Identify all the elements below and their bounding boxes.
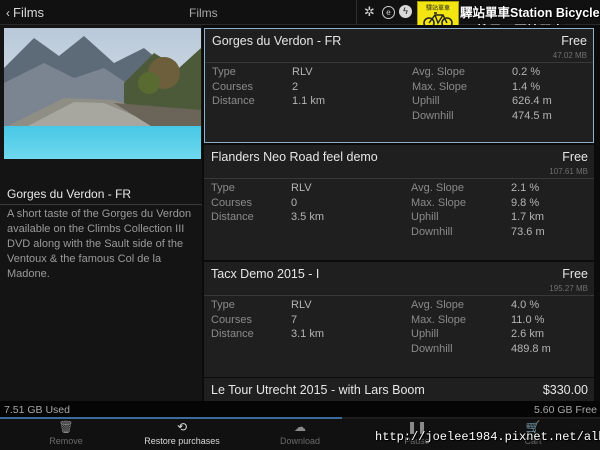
stat-label-max-slope: Max. Slope	[411, 196, 467, 209]
stat-label-avg-slope: Avg. Slope	[412, 66, 466, 78]
stat-value-max-slope: 1.4 %	[512, 80, 541, 93]
stat-value-courses: 7	[291, 313, 298, 326]
stat-value-type: RLV	[291, 299, 312, 311]
stat-value-type: RLV	[291, 182, 312, 194]
film-card-title: Le Tour Utrecht 2015 - with Lars Boom	[211, 383, 425, 397]
film-card[interactable]: Tacx Demo 2015 - I Free 195.27 MB Type RLV Co…	[204, 262, 594, 377]
stat-label-max-slope: Max. Slope	[412, 80, 468, 93]
stat-label-courses: Courses	[211, 196, 252, 209]
stat-label-distance: Distance	[212, 95, 255, 107]
divider	[0, 204, 202, 205]
cloud-download-icon: ☁	[294, 420, 306, 434]
film-card[interactable]: Le Tour Utrecht 2015 - with Lars Boom $33…	[204, 378, 594, 401]
film-card-size: 107.61 MB	[549, 167, 588, 176]
stat-value-uphill: 1.7 km	[511, 211, 545, 223]
sensor-icon[interactable]: ϟ	[399, 5, 412, 18]
film-preview-image	[4, 28, 201, 159]
stat-label-downhill: Downhill	[411, 342, 453, 355]
watermark-url: http://joelee1984.pixnet.net/album	[375, 430, 600, 444]
divider	[204, 178, 594, 179]
stat-value-courses: 2	[292, 80, 299, 93]
restore-purchases-button[interactable]: ⟲ Restore purchases	[137, 419, 227, 450]
film-card-price: $330.00	[542, 383, 588, 397]
toolbar-divider	[356, 0, 357, 24]
film-card[interactable]: Flanders Neo Road feel demo Free 107.61 MB…	[204, 145, 594, 260]
stat-label-uphill: Uphill	[412, 95, 440, 107]
stat-label-type: Type	[211, 299, 235, 311]
stat-label-avg-slope: Avg. Slope	[411, 299, 465, 311]
film-card-price: Free	[562, 150, 588, 164]
stat-label-distance: Distance	[211, 211, 254, 223]
stat-value-uphill: 626.4 m	[512, 95, 552, 107]
stat-value-max-slope: 11.0 %	[511, 313, 545, 326]
film-card-title: Flanders Neo Road feel demo	[211, 150, 378, 164]
film-card-size: 47.02 MB	[552, 51, 587, 60]
stat-label-avg-slope: Avg. Slope	[411, 182, 465, 194]
stat-value-distance: 1.1 km	[292, 95, 326, 107]
stat-label-courses: Courses	[212, 80, 253, 93]
stat-label-type: Type	[212, 66, 236, 78]
film-title: Gorges du Verdon - FR	[7, 187, 132, 201]
stat-label-type: Type	[211, 182, 235, 194]
toolbar-label: Restore purchases	[144, 436, 220, 446]
stat-value-max-slope: 9.8 %	[511, 196, 540, 209]
page-title: Films	[189, 6, 218, 20]
stat-value-downhill: 489.8 m	[511, 342, 551, 355]
stat-value-downhill: 73.6 m	[511, 225, 545, 238]
watermark-line1: 驛站單車Station Bicycle	[460, 6, 600, 20]
film-detail-panel: Gorges du Verdon - FR A short taste of t…	[0, 25, 202, 401]
stat-value-type: RLV	[292, 66, 313, 78]
film-card-size: 195.27 MB	[549, 284, 588, 293]
film-description: A short taste of the Gorges du Verdon av…	[7, 208, 192, 280]
storage-free: 5.60 GB Free	[533, 404, 597, 416]
stat-value-distance: 3.5 km	[291, 211, 325, 223]
toolbar-label: Download	[279, 436, 321, 446]
back-label: Films	[13, 5, 45, 20]
stat-label-downhill: Downhill	[411, 225, 453, 238]
film-list[interactable]: Gorges du Verdon - FR Free 47.02 MB Type RLV…	[202, 25, 600, 401]
stat-label-uphill: Uphill	[411, 328, 439, 340]
storage-used: 7.51 GB Used	[4, 404, 70, 416]
gear-icon[interactable]: ✲	[363, 5, 376, 18]
divider	[204, 295, 594, 296]
film-card-price: Free	[561, 34, 587, 48]
stat-value-avg-slope: 0.2 %	[512, 66, 541, 78]
stat-label-max-slope: Max. Slope	[411, 313, 467, 326]
film-card-title: Gorges du Verdon - FR	[212, 34, 342, 48]
toolbar-label: Remove	[49, 436, 83, 446]
download-button[interactable]: ☁ Download	[255, 419, 345, 450]
film-card[interactable]: Gorges du Verdon - FR Free 47.02 MB Type RLV…	[204, 28, 594, 143]
stat-label-courses: Courses	[211, 313, 252, 326]
trash-icon: 🗑	[58, 420, 74, 434]
stat-value-downhill: 474.5 m	[512, 109, 552, 122]
divider	[205, 62, 593, 63]
stat-value-avg-slope: 4.0 %	[511, 299, 540, 311]
restore-icon: ⟲	[176, 420, 188, 434]
film-card-price: Free	[562, 267, 588, 281]
stat-value-courses: 0	[291, 196, 298, 209]
stat-label-distance: Distance	[211, 328, 254, 340]
stat-value-avg-slope: 2.1 %	[511, 182, 540, 194]
stat-label-downhill: Downhill	[412, 109, 454, 122]
back-button[interactable]: ‹ Films	[6, 5, 44, 20]
remove-button[interactable]: 🗑 Remove	[21, 419, 111, 450]
stat-value-uphill: 2.6 km	[511, 328, 545, 340]
film-card-title: Tacx Demo 2015 - I	[211, 267, 320, 281]
chevron-left-icon: ‹	[6, 6, 10, 20]
stat-label-uphill: Uphill	[411, 211, 439, 223]
account-icon[interactable]: e	[382, 6, 395, 19]
stat-value-distance: 3.1 km	[291, 328, 325, 340]
